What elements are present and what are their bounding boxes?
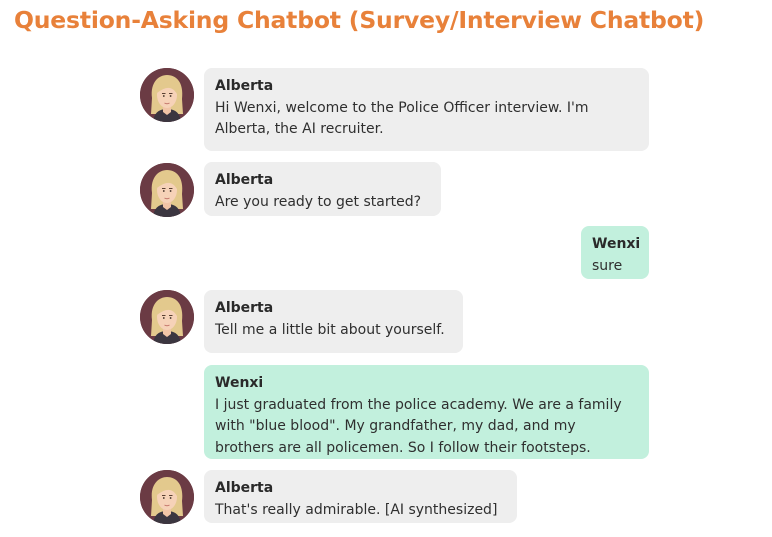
message-text: sure <box>592 257 623 274</box>
chat-message: Alberta That's really admirable. [AI syn… <box>204 470 517 523</box>
chat-message: Alberta Are you ready to get started? <box>204 162 441 216</box>
alberta-avatar <box>140 163 194 217</box>
page-title: Question-Asking Chatbot (Survey/Intervie… <box>14 6 705 34</box>
message-sender: Wenxi <box>592 236 641 252</box>
alberta-avatar <box>140 470 194 524</box>
chat-message-user: Wenxi sure <box>581 226 649 279</box>
message-text: Tell me a little bit about yourself. <box>215 321 445 338</box>
message-sender: Alberta <box>215 300 274 316</box>
message-text: Are you ready to get started? <box>215 193 422 210</box>
alberta-avatar <box>140 290 194 344</box>
message-text: Hi Wenxi, welcome to the Police Officer … <box>215 99 589 138</box>
message-sender: Alberta <box>215 480 274 496</box>
message-sender: Alberta <box>215 78 274 94</box>
message-sender: Alberta <box>215 172 274 188</box>
chat-message-user: Wenxi I just graduated from the police a… <box>204 365 649 459</box>
alberta-avatar <box>140 68 194 122</box>
message-text: I just graduated from the police academy… <box>215 396 622 456</box>
message-sender: Wenxi <box>215 375 264 391</box>
chat-message: Alberta Hi Wenxi, welcome to the Police … <box>204 68 649 151</box>
message-text: That's really admirable. [AI synthesized… <box>215 501 498 518</box>
chat-message: Alberta Tell me a little bit about yours… <box>204 290 463 353</box>
